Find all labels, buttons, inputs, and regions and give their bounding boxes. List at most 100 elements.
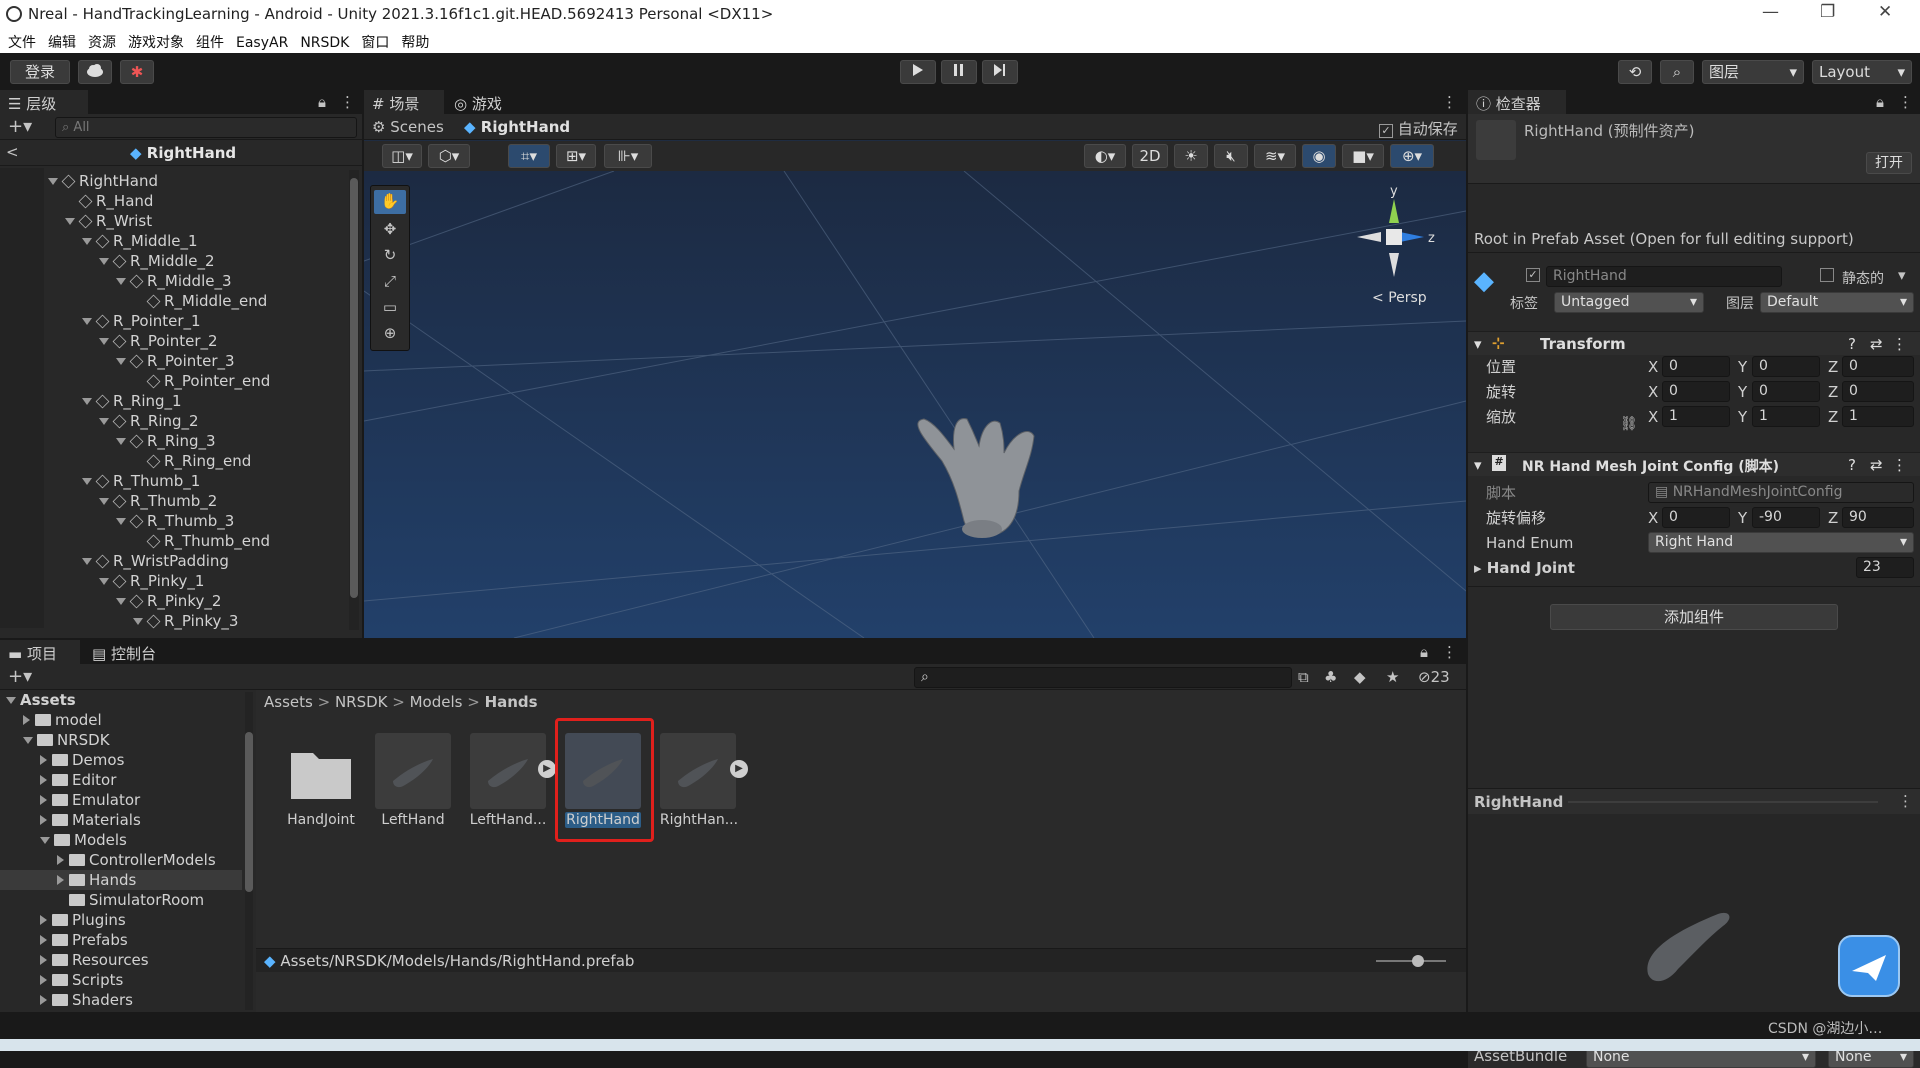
hierarchy-search-input[interactable]: ⌕ All	[55, 117, 357, 138]
tab-game[interactable]: ◎ 游戏	[446, 90, 526, 114]
folder-tree-item[interactable]: Materials	[0, 810, 242, 830]
transform-x-field[interactable]: 0	[1662, 356, 1730, 377]
hierarchy-item[interactable]: R_Ring_2	[0, 411, 345, 431]
folder-tree-item[interactable]: Emulator	[0, 790, 242, 810]
effects-button[interactable]: ≋▾	[1254, 144, 1296, 168]
active-checkbox[interactable]: ✓	[1526, 268, 1540, 282]
close-button[interactable]: ✕	[1878, 2, 1892, 22]
object-name-input[interactable]: RightHand	[1546, 266, 1782, 287]
expand-play-icon[interactable]: ▶	[538, 760, 556, 778]
asset-item-handjoint[interactable]	[283, 733, 359, 809]
hierarchy-item[interactable]: R_Thumb_1	[0, 471, 345, 491]
expand-play-icon[interactable]: ▶	[730, 760, 748, 778]
step-button[interactable]	[982, 60, 1018, 84]
rotation-offset-x[interactable]: 0	[1662, 507, 1730, 528]
slider-knob[interactable]	[1412, 955, 1424, 967]
folder-tree-item[interactable]: Shaders	[0, 990, 242, 1010]
preview-area[interactable]	[1468, 814, 1920, 1044]
folder-tree-item[interactable]: Scripts	[0, 970, 242, 990]
layers-dropdown[interactable]: 图层 ▾	[1702, 60, 1804, 84]
layout-dropdown[interactable]: Layout ▾	[1812, 60, 1912, 84]
scrollbar-thumb[interactable]	[350, 178, 358, 598]
transform-z-field[interactable]: 1	[1842, 406, 1914, 427]
chevron-down-icon[interactable]	[82, 238, 92, 245]
hierarchy-item[interactable]: R_Middle_3	[0, 271, 345, 291]
menu-gameobject[interactable]: 游戏对象	[128, 32, 184, 52]
folder-tree-item[interactable]: Editor	[0, 770, 242, 790]
chevron-down-icon[interactable]	[116, 278, 126, 285]
hierarchy-item[interactable]: R_Pinky_2	[0, 591, 345, 611]
history-button[interactable]: ⟲	[1618, 60, 1652, 84]
transform-tool-button[interactable]: ⊕	[374, 322, 406, 346]
chevron-down-icon[interactable]	[133, 618, 143, 625]
login-button[interactable]: 登录	[10, 60, 70, 84]
hierarchy-item[interactable]: R_Middle_end	[0, 291, 345, 311]
tab-scene[interactable]: # 场景	[364, 90, 444, 114]
breadcrumb-righthand[interactable]: ◆ RightHand	[464, 118, 570, 136]
back-icon[interactable]: <	[6, 143, 19, 161]
hierarchy-item[interactable]: R_Thumb_3	[0, 511, 345, 531]
chevron-down-icon[interactable]	[82, 318, 92, 325]
scrollbar-thumb[interactable]	[245, 732, 253, 892]
gizmos-button[interactable]: ⊕▾	[1390, 144, 1434, 168]
chevron-down-icon[interactable]	[116, 598, 126, 605]
add-component-button[interactable]: 添加组件	[1550, 604, 1838, 630]
chevron-down-icon[interactable]	[99, 578, 109, 585]
rotation-offset-y[interactable]: -90	[1752, 507, 1820, 528]
presets-icon[interactable]: ⇄	[1870, 456, 1883, 474]
asset-item-lefthand-model[interactable]	[470, 733, 546, 809]
rotate-tool-button[interactable]: ↻	[374, 244, 406, 268]
tab-project[interactable]: ▬ 项目	[0, 640, 80, 664]
menu-window[interactable]: 窗口	[361, 32, 389, 52]
filter-icon[interactable]: ♣	[1324, 668, 1337, 686]
hierarchy-item[interactable]: R_Ring_end	[0, 451, 345, 471]
visibility-button[interactable]: ◉	[1302, 144, 1336, 168]
hand-enum-dropdown[interactable]: Right Hand ▾	[1648, 532, 1914, 553]
chevron-down-icon[interactable]	[82, 478, 92, 485]
breadcrumb-item[interactable]: Models	[410, 693, 463, 711]
hierarchy-item[interactable]: R_Middle_1	[0, 231, 345, 251]
open-prefab-button[interactable]: 打开	[1866, 152, 1912, 174]
hierarchy-item[interactable]: R_Pointer_end	[0, 371, 345, 391]
hierarchy-item[interactable]: RightHand	[0, 171, 345, 191]
lighting-button[interactable]: ☀	[1174, 144, 1208, 168]
cloud-button[interactable]	[78, 60, 112, 84]
transform-z-field[interactable]: 0	[1842, 356, 1914, 377]
hierarchy-item[interactable]: R_Pointer_3	[0, 351, 345, 371]
menu-edit[interactable]: 编辑	[48, 32, 76, 52]
folder-tree-item[interactable]: Resources	[0, 950, 242, 970]
chevron-down-icon[interactable]	[82, 558, 92, 565]
chevron-right-icon[interactable]	[23, 715, 30, 725]
hierarchy-item[interactable]: R_Pinky_3	[0, 611, 345, 631]
label-icon[interactable]: ◆	[1354, 668, 1366, 686]
breadcrumb-item[interactable]: NRSDK	[335, 693, 388, 711]
kebab-menu-icon[interactable]: ⋮	[1442, 93, 1457, 111]
presets-icon[interactable]: ⇄	[1870, 335, 1883, 353]
move-tool-button[interactable]: ✥	[374, 218, 406, 242]
constrain-proportions-icon[interactable]: ⛓	[1620, 416, 1638, 432]
menu-easyar[interactable]: EasyAR	[236, 35, 288, 51]
hierarchy-item[interactable]: R_WristPadding	[0, 551, 345, 571]
star-icon[interactable]: ★	[1386, 668, 1399, 686]
folder-tree-item[interactable]: ControllerModels	[0, 850, 242, 870]
hierarchy-item[interactable]: R_Ring_3	[0, 431, 345, 451]
tab-inspector[interactable]: ⓘ 检查器	[1468, 90, 1566, 114]
folder-tree-item[interactable]: Demos	[0, 750, 242, 770]
transform-x-field[interactable]: 1	[1662, 406, 1730, 427]
autosave-toggle[interactable]: ✓ 自动保存	[1379, 118, 1458, 139]
kebab-menu-icon[interactable]: ⋮	[340, 93, 355, 111]
hierarchy-item[interactable]: R_Pointer_2	[0, 331, 345, 351]
kebab-menu-icon[interactable]: ⋮	[1898, 93, 1913, 111]
hierarchy-item[interactable]: R_Pointer_1	[0, 311, 345, 331]
folder-tree-item[interactable]: NRSDK	[0, 730, 242, 750]
add-icon[interactable]: +▾	[8, 116, 32, 137]
collab-button[interactable]: ✱	[120, 60, 154, 84]
hierarchy-item[interactable]: R_Middle_2	[0, 251, 345, 271]
pause-button[interactable]	[941, 60, 977, 84]
chevron-right-icon[interactable]	[40, 795, 47, 805]
help-icon[interactable]: ?	[1848, 335, 1856, 353]
hierarchy-item[interactable]: R_Thumb_2	[0, 491, 345, 511]
rect-tool-button[interactable]: ▭	[374, 296, 406, 320]
chevron-down-icon[interactable]	[65, 218, 75, 225]
transform-y-field[interactable]: 0	[1752, 356, 1820, 377]
